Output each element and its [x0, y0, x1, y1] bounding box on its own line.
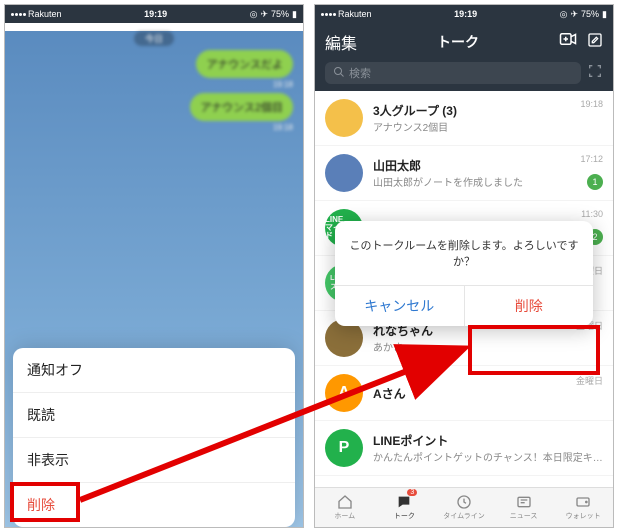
avatar: LINEスタンプ [325, 264, 363, 302]
home-icon [337, 494, 353, 510]
avatar: A [325, 374, 363, 412]
status-bar: Rakuten 19:19 ◎✈75%▮ [315, 5, 613, 23]
tab-badge: 3 [407, 489, 417, 496]
chat-row[interactable]: LINEマイカードLINEマイカード11:302 [315, 201, 613, 256]
status-time: 19:19 [62, 9, 250, 19]
highlight-dialog-delete [468, 325, 600, 375]
tab-timeline[interactable]: タイムライン [434, 488, 494, 527]
send-icon: ✈ [260, 9, 268, 20]
unread-badge: 2 [587, 229, 603, 245]
status-bar: Rakuten 19:19 ◎✈75%▮ [5, 5, 303, 23]
search-input[interactable]: 検索 [325, 62, 581, 84]
news-icon [516, 494, 532, 510]
battery-icon: ▮ [292, 9, 297, 20]
tab-home[interactable]: ホーム [315, 488, 375, 527]
video-add-icon[interactable] [559, 32, 577, 53]
avatar: P [325, 429, 363, 467]
search-bar: 検索 [315, 61, 613, 91]
compose-icon[interactable] [587, 32, 603, 53]
avatar: LINEマイカード [325, 209, 363, 247]
talk-icon [396, 494, 412, 510]
avatar [325, 319, 363, 357]
message-bubble[interactable]: アナウンス2個目 [190, 93, 293, 121]
phone-left: Rakuten 19:19 ◎✈75%▮ 今日 アナウンスだよ 19:18 アナ… [4, 4, 304, 528]
battery-label: 75% [271, 9, 289, 19]
tab-talk[interactable]: トーク3 [375, 488, 435, 527]
chat-list[interactable]: 3人グループ (3)アナウンス2個目19:18 山田太郎山田太郎がノートを作成し… [315, 91, 613, 487]
tab-wallet[interactable]: ウォレット [553, 488, 613, 527]
edit-button[interactable]: 編集 [325, 30, 357, 54]
message-bubble[interactable]: アナウンスだよ [196, 50, 293, 78]
chat-row[interactable]: 山田太郎山田太郎がノートを作成しました17:121 [315, 146, 613, 201]
tab-news[interactable]: ニュース [494, 488, 554, 527]
search-icon [333, 66, 345, 81]
sheet-hide[interactable]: 非表示 [13, 438, 295, 483]
scan-icon[interactable] [587, 63, 603, 84]
message-time: 19:18 [5, 123, 293, 132]
date-pill: 今日 [134, 31, 174, 46]
sheet-mute[interactable]: 通知オフ [13, 348, 295, 393]
carrier-label: Rakuten [28, 9, 62, 19]
unread-badge: 1 [587, 174, 603, 190]
chat-area: 今日 アナウンスだよ 19:18 アナウンス2個目 19:18 Aa 通知オフ … [5, 31, 303, 528]
tab-bar: ホーム トーク3 タイムライン ニュース ウォレット [315, 487, 613, 527]
avatar [325, 154, 363, 192]
message-time: 19:18 [5, 80, 293, 89]
highlight-sheet-delete [10, 482, 80, 522]
sheet-read[interactable]: 既読 [13, 393, 295, 438]
chat-row[interactable]: PLINEポイントかんたんポイントゲットのチャンス！本日限定キャンペーンに参加し… [315, 421, 613, 476]
phone-right: Rakuten 19:19 ◎✈75%▮ 編集 トーク 検索 3人グループ (3… [314, 4, 614, 528]
chat-row[interactable]: LINEスタンプ金曜日 [315, 256, 613, 311]
location-icon: ◎ [250, 9, 258, 20]
nav-title: トーク [357, 32, 559, 52]
chat-row[interactable]: 3人グループ (3)アナウンス2個目19:18 [315, 91, 613, 146]
avatar [325, 99, 363, 137]
timeline-icon [456, 494, 472, 510]
nav-bar: 編集 トーク [315, 23, 613, 61]
wallet-icon [575, 494, 591, 510]
